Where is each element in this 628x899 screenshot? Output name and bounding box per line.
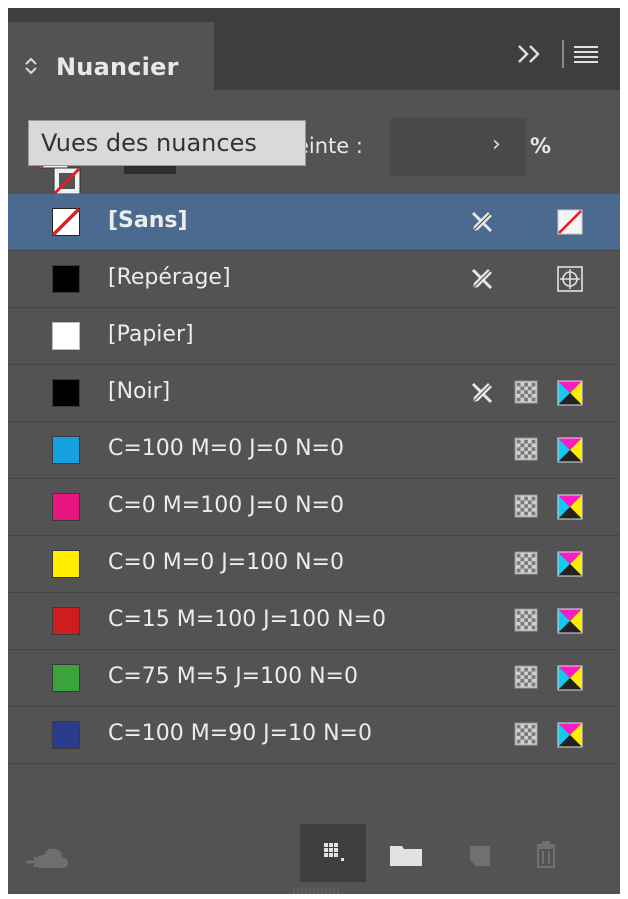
swatch-row[interactable]: C=0 M=100 J=0 N=0 [8, 479, 620, 536]
new-swatch-icon[interactable] [462, 824, 498, 882]
delete-swatch-icon[interactable] [528, 824, 564, 882]
process-color-mode-icon [514, 665, 538, 689]
cmyk-color-type-icon [557, 551, 583, 577]
process-color-mode-icon [514, 380, 538, 404]
swatch-color-chip [52, 550, 80, 578]
swatch-color-chip [52, 493, 80, 521]
cmyk-color-type-icon [557, 494, 583, 520]
cmyk-color-type-icon [557, 608, 583, 634]
swatch-row[interactable]: [Sans] [8, 194, 620, 251]
process-color-mode-icon [514, 608, 538, 632]
swatch-name: [Sans] [108, 208, 188, 233]
process-color-mode-icon [514, 494, 538, 518]
creative-cloud-library-icon[interactable] [22, 824, 72, 882]
swatch-name: C=0 M=0 J=100 N=0 [108, 550, 344, 575]
swatch-name: C=0 M=100 J=0 N=0 [108, 493, 344, 518]
tint-label: einte : [296, 134, 363, 158]
cmyk-color-type-icon [557, 722, 583, 748]
overflow-double-chevron-icon[interactable] [516, 43, 544, 65]
none-color-type-icon [557, 209, 583, 235]
cmyk-color-type-icon [557, 380, 583, 406]
swatch-name: C=100 M=0 J=0 N=0 [108, 436, 344, 461]
panel-footer [8, 814, 620, 894]
swatch-row[interactable]: C=0 M=0 J=100 N=0 [8, 536, 620, 593]
swatch-name: C=75 M=5 J=100 N=0 [108, 664, 358, 689]
swatch-name: [Noir] [108, 379, 171, 404]
swatch-name: C=100 M=90 J=10 N=0 [108, 721, 372, 746]
swatch-row[interactable]: C=100 M=90 J=10 N=0 [8, 707, 620, 764]
non-editable-pencil-icon [471, 211, 493, 233]
panel-controls [516, 40, 606, 68]
swatches-panel: Nuancier Vues des nuances einte : › % [S… [8, 8, 620, 894]
swatch-row[interactable]: [Repérage] [8, 251, 620, 308]
tint-input[interactable]: › [390, 118, 526, 176]
swatch-name: C=15 M=100 J=100 N=0 [108, 607, 386, 632]
process-color-mode-icon [514, 551, 538, 575]
cmyk-color-type-icon [557, 437, 583, 463]
panel-menu-hamburger-icon[interactable] [574, 45, 598, 63]
registration-target-icon [557, 266, 583, 292]
process-color-mode-icon [514, 437, 538, 461]
swatch-row[interactable]: [Papier] [8, 308, 620, 365]
tab-collapse-chevron-icon[interactable] [24, 56, 38, 76]
swatch-color-chip [52, 322, 80, 350]
swatch-row[interactable]: C=15 M=100 J=100 N=0 [8, 593, 620, 650]
swatch-color-chip [52, 721, 80, 749]
process-color-mode-icon [514, 722, 538, 746]
swatch-list: [Sans] [Repérage] [Papier] [Noir] C=100 M=0 … [8, 194, 620, 764]
panel-tab-bar: Nuancier [8, 8, 620, 96]
swatch-name: [Papier] [108, 322, 194, 347]
swatch-color-chip [52, 607, 80, 635]
panel-resize-grip[interactable] [290, 888, 342, 894]
swatch-views-icon [324, 843, 344, 861]
swatch-row[interactable]: C=100 M=0 J=0 N=0 [8, 422, 620, 479]
cmyk-color-type-icon [557, 665, 583, 691]
menu-separator [562, 40, 564, 68]
tint-slider-arrow-icon[interactable]: › [492, 132, 501, 157]
swatch-color-chip [52, 379, 80, 407]
swatch-color-chip [52, 664, 80, 692]
panel-title: Nuancier [56, 53, 179, 81]
non-editable-pencil-icon [471, 268, 493, 290]
swatch-views-button[interactable] [300, 824, 366, 882]
swatch-name: [Repérage] [108, 265, 231, 290]
non-editable-pencil-icon [471, 382, 493, 404]
tint-percent-label: % [530, 134, 552, 158]
swatch-views-tooltip: Vues des nuances [28, 120, 306, 166]
swatch-color-chip [52, 436, 80, 464]
swatch-color-chip [52, 208, 80, 236]
swatch-color-chip [52, 265, 80, 293]
swatch-row[interactable]: [Noir] [8, 365, 620, 422]
swatch-row[interactable]: C=75 M=5 J=100 N=0 [8, 650, 620, 707]
new-color-group-icon[interactable] [386, 824, 426, 882]
tab-nuancier[interactable]: Nuancier [8, 22, 214, 96]
